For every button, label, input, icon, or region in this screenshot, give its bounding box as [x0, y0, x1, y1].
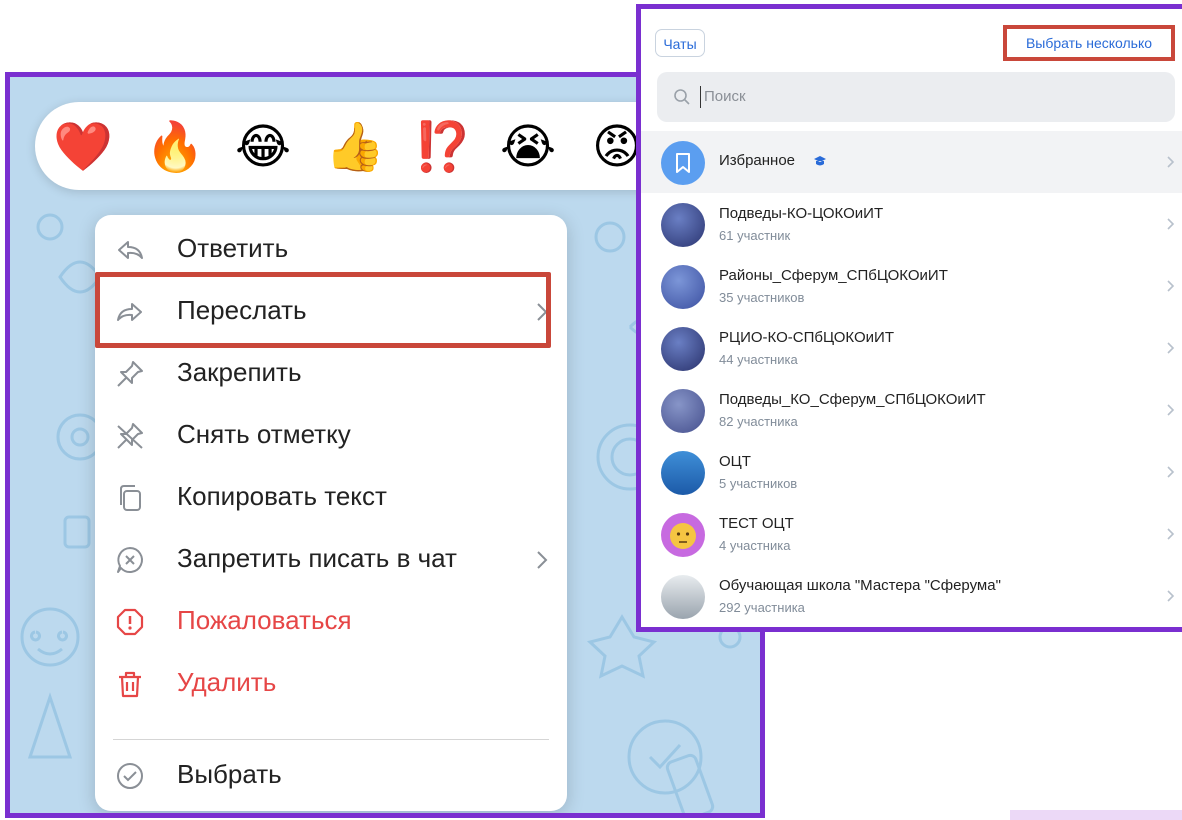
chat-members: 61 участник [719, 228, 791, 243]
chat-row[interactable]: Подведы_КО_Сферум_СПбЦОКОиИТ 82 участник… [641, 379, 1182, 441]
menu-item-label: Удалить [177, 667, 277, 697]
avatar [661, 265, 705, 309]
reaction-fire[interactable]: 🔥 [145, 119, 205, 175]
chevron-right-icon [1167, 466, 1175, 478]
menu-item-label: Выбрать [177, 759, 282, 789]
chat-members: 82 участника [719, 414, 798, 429]
reaction-heart[interactable]: ❤️ [53, 119, 113, 175]
chevron-right-icon [537, 551, 548, 569]
reaction-laugh[interactable]: 😂 [235, 119, 291, 175]
menu-item-label: Запретить писать в чат [177, 543, 457, 573]
search-icon [674, 89, 690, 105]
menu-item-mute-user[interactable]: Запретить писать в чат [95, 531, 567, 589]
chat-row[interactable]: Обучающая школа "Мастера "Сферума" 292 у… [641, 565, 1182, 627]
menu-item-label: Снять отметку [177, 419, 351, 449]
chat-row[interactable]: Районы_Сферум_СПбЦОКОиИТ 35 участников [641, 255, 1182, 317]
bookmark-icon [676, 153, 690, 173]
avatar [661, 141, 705, 185]
avatar [661, 451, 705, 495]
mute-icon [117, 547, 143, 573]
chat-name: Районы_Сферум_СПбЦОКОиИТ [719, 267, 948, 284]
menu-item-select[interactable]: Выбрать [95, 747, 567, 805]
chevron-right-icon [1167, 218, 1175, 230]
chat-row[interactable]: ОЦТ 5 участников [641, 441, 1182, 503]
chevron-right-icon [1167, 280, 1175, 292]
forward-chat-picker: Чаты Выбрать несколько Поиск Избранное П… [636, 4, 1182, 632]
reply-icon [118, 241, 143, 259]
chat-name: ОЦТ [719, 453, 751, 470]
verified-icon [814, 156, 826, 166]
forward-highlight-box [95, 272, 551, 348]
menu-item-label: Копировать текст [177, 481, 387, 511]
avatar [661, 389, 705, 433]
chat-row[interactable]: Подведы-КО-ЦОКОиИТ 61 участник [641, 193, 1182, 255]
chat-name: Подведы-КО-ЦОКОиИТ [719, 205, 884, 222]
chevron-right-icon [1167, 342, 1175, 354]
chevron-right-icon [1167, 404, 1175, 416]
chevron-right-icon [1167, 528, 1175, 540]
menu-item-reply[interactable]: Ответить [95, 221, 567, 279]
chat-name: Избранное [719, 152, 796, 169]
menu-item-label: Ответить [177, 233, 289, 263]
menu-divider [113, 739, 549, 740]
chat-members: 35 участников [719, 290, 805, 305]
text-caret [700, 86, 701, 108]
avatar [661, 575, 705, 619]
chat-members: 292 участника [719, 600, 805, 615]
avatar [661, 513, 705, 557]
chat-row-favorites[interactable]: Избранное [641, 131, 1182, 193]
pin-icon [117, 361, 143, 387]
menu-item-delete[interactable]: Удалить [95, 655, 567, 713]
avatar [661, 327, 705, 371]
reaction-thumbs-up[interactable]: 👍 [325, 119, 385, 175]
menu-item-unpin[interactable]: Снять отметку [95, 407, 567, 465]
report-icon [116, 608, 144, 636]
menu-item-pin[interactable]: Закрепить [95, 345, 567, 403]
chats-tab-button[interactable]: Чаты [655, 29, 705, 57]
chat-members: 4 участника [719, 538, 791, 553]
menu-item-label: Пожаловаться [177, 605, 352, 635]
unpin-icon [117, 423, 143, 449]
avatar [661, 203, 705, 247]
reaction-cry[interactable]: 😭 [500, 119, 556, 175]
chat-members: 44 участника [719, 352, 798, 367]
chat-name: ТЕСТ ОЦТ [719, 515, 794, 532]
chat-members: 5 участников [719, 476, 798, 491]
menu-item-label: Закрепить [177, 357, 302, 387]
chat-row[interactable]: ТЕСТ ОЦТ 4 участника [641, 503, 1182, 565]
menu-item-copy-text[interactable]: Копировать текст [95, 469, 567, 527]
search-placeholder: Поиск [704, 88, 746, 105]
chat-row[interactable]: РЦИО-КО-СПбЦОКОиИТ 44 участника [641, 317, 1182, 379]
emoji-face-icon [670, 523, 696, 549]
copy-icon [120, 485, 141, 511]
decorative-block [1010, 810, 1182, 820]
select-multiple-button[interactable]: Выбрать несколько [1003, 25, 1175, 61]
chat-name: РЦИО-КО-СПбЦОКОиИТ [719, 329, 894, 346]
check-circle-icon [117, 763, 143, 789]
search-input[interactable]: Поиск [657, 72, 1175, 122]
chat-name: Подведы_КО_Сферум_СПбЦОКОиИТ [719, 391, 986, 408]
chevron-right-icon [1167, 590, 1175, 602]
chat-name: Обучающая школа "Мастера "Сферума" [719, 577, 1001, 594]
reaction-bar: ❤️ 🔥 😂 👍 ⁉️ 😭 😡 [35, 102, 735, 190]
menu-item-report[interactable]: Пожаловаться [95, 593, 567, 651]
chevron-right-icon [1167, 156, 1175, 168]
trash-icon [119, 671, 141, 698]
reaction-question[interactable]: ⁉️ [413, 119, 473, 175]
